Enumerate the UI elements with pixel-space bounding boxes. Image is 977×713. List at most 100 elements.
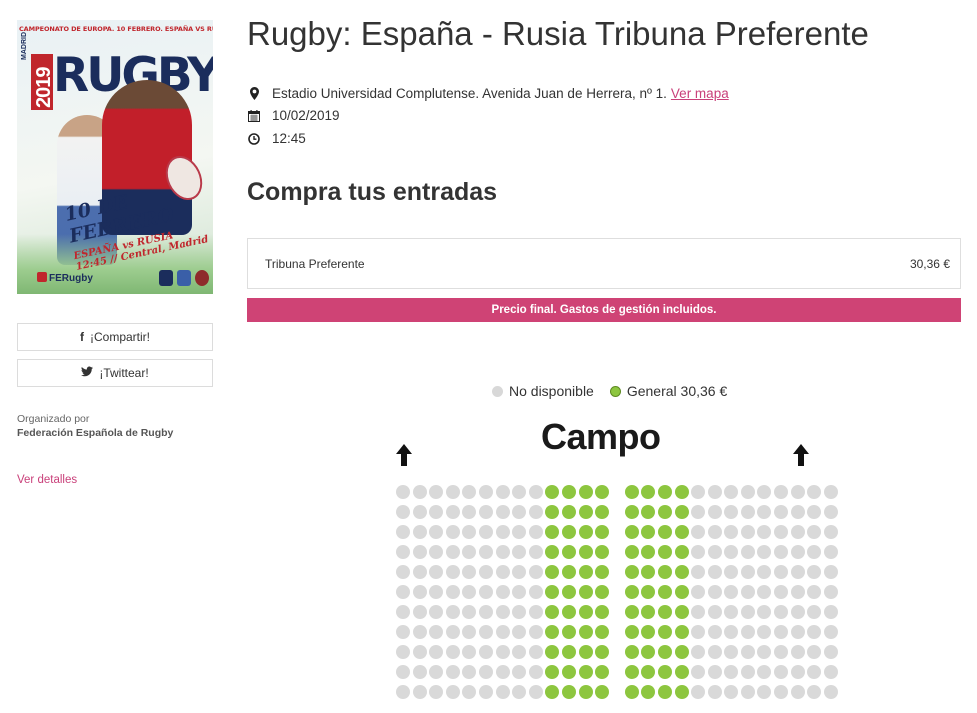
seat-available[interactable] [561,625,576,639]
seat-available[interactable] [624,665,639,679]
seat-available[interactable] [561,665,576,679]
seat-available[interactable] [641,585,656,599]
seat-available[interactable] [657,665,672,679]
twitter-share-button[interactable]: ¡Twittear! [17,359,213,387]
seat-available[interactable] [641,605,656,619]
seat-available[interactable] [641,665,656,679]
seat-available[interactable] [674,625,689,639]
seat-available[interactable] [657,625,672,639]
seat-available[interactable] [595,545,610,559]
seat-available[interactable] [561,645,576,659]
seat-available[interactable] [624,505,639,519]
seat-available[interactable] [624,645,639,659]
seat-available[interactable] [641,485,656,499]
seat-available[interactable] [657,645,672,659]
seat-available[interactable] [561,525,576,539]
seat-available[interactable] [674,605,689,619]
seat-available[interactable] [641,545,656,559]
seat-available[interactable] [624,685,639,699]
seat-available[interactable] [578,505,593,519]
seat-available[interactable] [674,505,689,519]
seat-available[interactable] [674,665,689,679]
seat-available[interactable] [561,605,576,619]
seat-available[interactable] [624,525,639,539]
seat-available[interactable] [674,485,689,499]
seat-available[interactable] [657,565,672,579]
seat-available[interactable] [657,485,672,499]
seat-available[interactable] [561,505,576,519]
view-map-link[interactable]: Ver mapa [671,86,729,101]
seat-available[interactable] [578,565,593,579]
seat-available[interactable] [595,525,610,539]
seat-unavailable [495,505,510,519]
seat-available[interactable] [578,685,593,699]
seat-available[interactable] [674,585,689,599]
seat-available[interactable] [657,585,672,599]
seat-available[interactable] [595,685,610,699]
seat-available[interactable] [641,565,656,579]
seat-unavailable [396,565,410,579]
seat-available[interactable] [578,545,593,559]
seat-available[interactable] [657,685,672,699]
seat-unavailable [807,565,822,579]
seat-available[interactable] [545,565,560,579]
seat-unavailable [512,685,527,699]
seat-available[interactable] [545,665,560,679]
seat-available[interactable] [561,585,576,599]
seat-available[interactable] [624,565,639,579]
seat-available[interactable] [674,525,689,539]
seat-available[interactable] [578,665,593,679]
seat-available[interactable] [545,605,560,619]
seat-available[interactable] [561,485,576,499]
seat-available[interactable] [595,505,610,519]
seat-available[interactable] [545,545,560,559]
seat-available[interactable] [674,685,689,699]
seat-available[interactable] [578,605,593,619]
seat-available[interactable] [578,625,593,639]
seat-available[interactable] [641,505,656,519]
seat-available[interactable] [545,685,560,699]
seat-available[interactable] [578,485,593,499]
seat-available[interactable] [561,545,576,559]
seat-available[interactable] [595,665,610,679]
seat-available[interactable] [674,565,689,579]
seat-available[interactable] [545,505,560,519]
seat-available[interactable] [595,485,610,499]
seat-available[interactable] [624,485,639,499]
seat-available[interactable] [624,545,639,559]
seat-available[interactable] [657,545,672,559]
seat-available[interactable] [641,625,656,639]
seat-available[interactable] [545,645,560,659]
seat-available[interactable] [545,525,560,539]
seat-available[interactable] [674,645,689,659]
seat-available[interactable] [578,585,593,599]
seat-available[interactable] [595,585,610,599]
seat-available[interactable] [578,525,593,539]
seat-available[interactable] [641,685,656,699]
seat-available[interactable] [561,565,576,579]
seat-available[interactable] [578,645,593,659]
view-details-link[interactable]: Ver detalles [17,474,77,486]
seat-available[interactable] [657,605,672,619]
seat-available[interactable] [624,585,639,599]
seat-available[interactable] [674,545,689,559]
seat-unavailable [445,685,460,699]
seat-available[interactable] [657,525,672,539]
seat-available[interactable] [595,645,610,659]
seat-available[interactable] [595,625,610,639]
ticket-option-row[interactable]: Tribuna Preferente 30,36 € [247,238,961,289]
seat-available[interactable] [545,625,560,639]
seat-available[interactable] [595,565,610,579]
seat-available[interactable] [545,485,560,499]
poster-city: MADRID [21,32,28,60]
seat-available[interactable] [641,645,656,659]
seat-unavailable [412,585,427,599]
facebook-share-button[interactable]: f ¡Compartir! [17,323,213,351]
seat-available[interactable] [561,685,576,699]
seat-available[interactable] [657,505,672,519]
seat-available[interactable] [595,605,610,619]
seat-available[interactable] [624,605,639,619]
seat-available[interactable] [624,625,639,639]
seat-available[interactable] [641,525,656,539]
seat-available[interactable] [545,585,560,599]
